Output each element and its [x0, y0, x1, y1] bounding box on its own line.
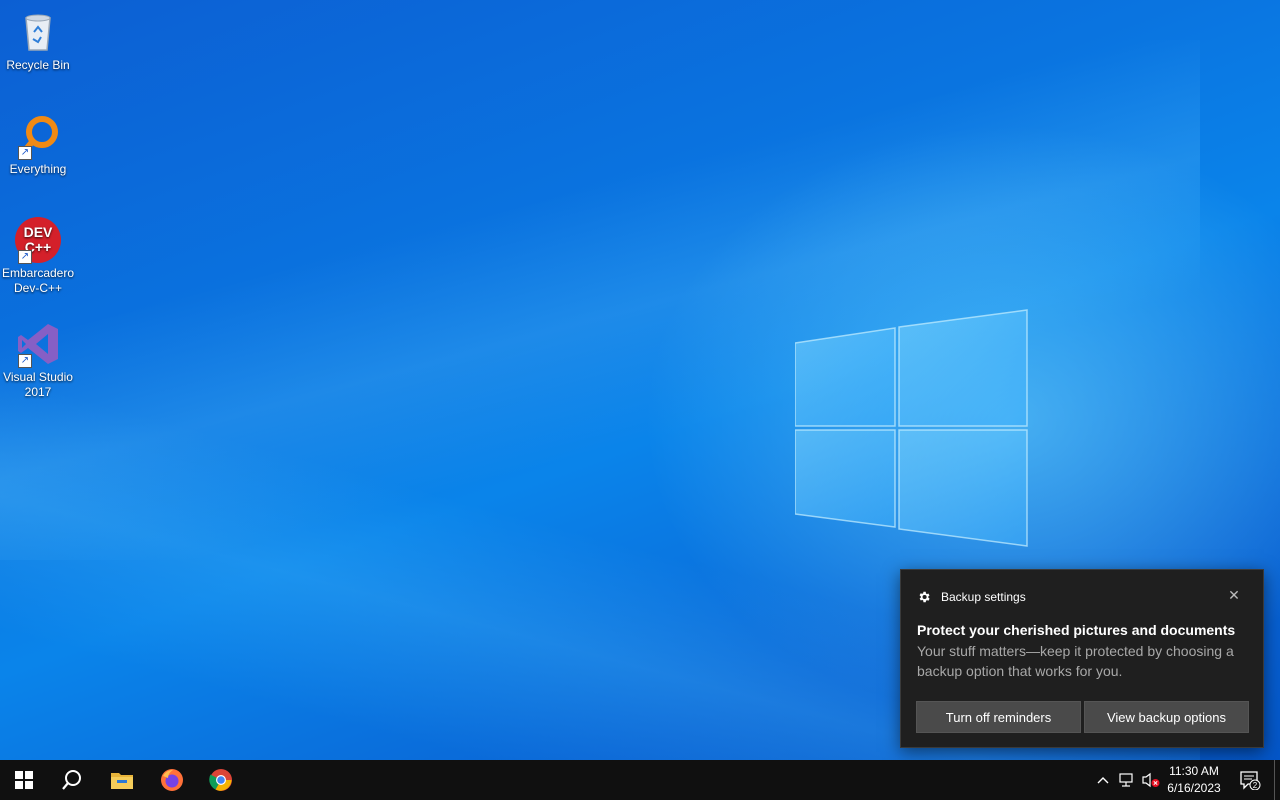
recycle-bin-icon: [14, 8, 62, 56]
volume-muted-icon: [1142, 772, 1160, 788]
shortcut-arrow-icon: ↗: [18, 250, 32, 264]
svg-text:DEV: DEV: [24, 224, 53, 240]
desktop-icon-devcpp[interactable]: DEV C++ ↗ Embarcadero Dev-C++: [0, 210, 76, 296]
taskbar-firefox[interactable]: [148, 760, 196, 800]
start-button[interactable]: [0, 760, 48, 800]
gear-icon: [919, 591, 930, 603]
turn-off-reminders-button[interactable]: Turn off reminders: [916, 701, 1081, 733]
search-button[interactable]: [48, 760, 96, 800]
desktop-icon-label: Visual Studio 2017: [3, 370, 73, 399]
shortcut-arrow-icon: ↗: [18, 146, 32, 160]
taskbar-chrome[interactable]: [197, 760, 245, 800]
chrome-icon: [209, 769, 232, 791]
taskbar-clock[interactable]: 11:30 AM 6/16/2023: [1162, 763, 1226, 797]
search-icon: [62, 770, 81, 790]
chevron-up-icon: [1097, 777, 1109, 784]
windows-start-icon: [15, 771, 33, 789]
toast-title: Protect your cherished pictures and docu…: [917, 622, 1236, 638]
desktop-icon-visual-studio[interactable]: ↗ Visual Studio 2017: [0, 314, 76, 400]
show-desktop-button[interactable]: [1274, 760, 1275, 800]
devcpp-icon: DEV C++ ↗: [14, 216, 62, 264]
clock-time: 11:30 AM: [1169, 764, 1219, 778]
everything-search-icon: ↗: [14, 112, 62, 160]
toast-header: Backup settings: [917, 589, 1026, 605]
desktop-icon-label: Embarcadero Dev-C++: [1, 266, 75, 295]
taskbar-file-explorer[interactable]: [98, 760, 146, 800]
notification-icon: 2: [1240, 771, 1261, 790]
show-hidden-icons-chevron[interactable]: [1094, 760, 1112, 800]
desktop-icon-everything[interactable]: ↗ Everything: [0, 106, 76, 177]
taskbar: 11:30 AM 6/16/2023 2: [0, 760, 1280, 800]
clock-date: 6/16/2023: [1167, 781, 1221, 795]
windows-logo-wallpaper: [795, 309, 1028, 547]
visual-studio-icon: ↗: [14, 320, 62, 368]
notification-count: 2: [1253, 781, 1258, 790]
desktop-icon-recycle-bin[interactable]: Recycle Bin: [0, 2, 76, 73]
backup-toast-notification[interactable]: Backup settings ✕ Protect your cherished…: [900, 569, 1264, 748]
desktop-icon-label: Everything: [9, 162, 67, 176]
firefox-icon: [161, 769, 183, 791]
close-icon[interactable]: ✕: [1225, 586, 1243, 604]
file-explorer-icon: [111, 773, 133, 789]
volume-tray-button[interactable]: [1140, 760, 1162, 800]
toast-app-name: Backup settings: [941, 590, 1026, 604]
network-icon: [1119, 773, 1133, 787]
shortcut-arrow-icon: ↗: [18, 354, 32, 368]
toast-body: Your stuff matters—keep it protected by …: [917, 643, 1234, 679]
network-tray-button[interactable]: [1116, 760, 1138, 800]
action-center-button[interactable]: 2: [1234, 760, 1266, 800]
view-backup-options-button[interactable]: View backup options: [1084, 701, 1249, 733]
desktop-icon-label: Recycle Bin: [6, 58, 70, 72]
